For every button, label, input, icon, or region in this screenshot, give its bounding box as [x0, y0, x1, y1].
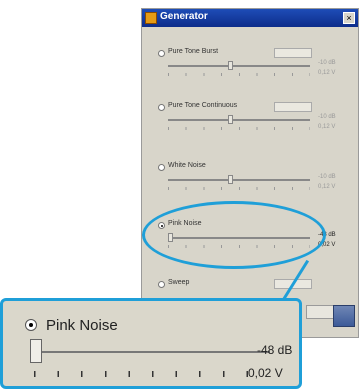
- level-voltage: 0,12 V: [318, 70, 336, 76]
- pink-noise-slider-ticks: [34, 371, 270, 377]
- level-slider-thumb[interactable]: [228, 61, 233, 70]
- radio-white-noise[interactable]: [158, 164, 165, 171]
- radio-pure-tone-continuous[interactable]: [158, 104, 165, 111]
- close-button[interactable]: ×: [343, 12, 355, 24]
- slider-ticks: [168, 127, 310, 130]
- section-label: Sweep: [168, 279, 190, 286]
- level-slider-track[interactable]: [168, 119, 310, 121]
- radio-sweep[interactable]: [158, 281, 165, 288]
- frequency-field[interactable]: [274, 48, 312, 58]
- level-slider-track[interactable]: [168, 65, 310, 67]
- radio-pure-tone-burst[interactable]: [158, 50, 165, 57]
- frequency-field[interactable]: [274, 102, 312, 112]
- section-label: White Noise: [168, 162, 206, 169]
- section-label: Pure Tone Burst: [168, 48, 219, 55]
- pink-noise-voltage: 0,02 V: [248, 366, 283, 380]
- section-label: Pure Tone Continuous: [168, 102, 238, 109]
- pink-noise-level-db: -48 dB: [257, 343, 293, 357]
- radio-selected-dot: [29, 323, 33, 327]
- pink-noise-slider-thumb[interactable]: [30, 339, 42, 363]
- pink-noise-slider-track[interactable]: [32, 351, 270, 353]
- title-bar: Generator ×: [142, 9, 358, 27]
- level-slider-thumb[interactable]: [228, 115, 233, 124]
- pink-noise-label: Pink Noise: [46, 317, 118, 334]
- level-voltage: 0,12 V: [318, 124, 336, 130]
- slider-ticks: [168, 73, 310, 76]
- window-title: Generator: [160, 11, 208, 22]
- level-db: -10 dB: [318, 60, 336, 66]
- level-voltage: 0,12 V: [318, 184, 336, 190]
- level-db: -10 dB: [318, 174, 336, 180]
- level-slider-track[interactable]: [168, 179, 310, 181]
- generator-window: Generator × Pure Tone Burst -10 dB 0,12 …: [142, 9, 358, 337]
- window-icon: [333, 305, 355, 327]
- highlight-ellipse: [142, 201, 326, 269]
- pink-noise-radio[interactable]: [25, 319, 37, 331]
- app-icon: [145, 12, 157, 24]
- level-db: -10 dB: [318, 114, 336, 120]
- slider-ticks: [168, 187, 310, 190]
- level-slider-thumb[interactable]: [228, 175, 233, 184]
